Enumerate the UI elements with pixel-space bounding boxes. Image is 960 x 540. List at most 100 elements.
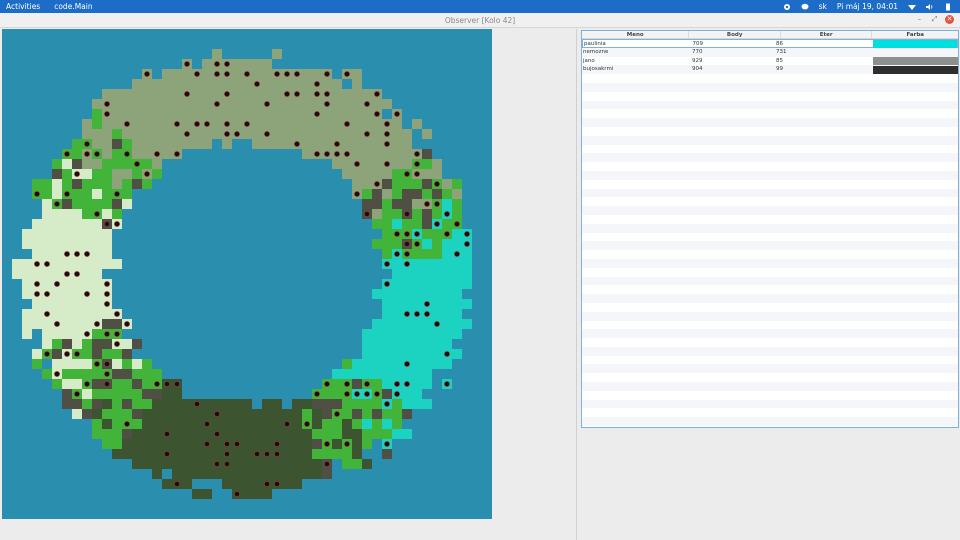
unit-marker[interactable] — [224, 121, 230, 127]
unit-marker[interactable] — [324, 151, 330, 157]
unit-marker[interactable] — [414, 171, 420, 177]
unit-marker[interactable] — [54, 281, 60, 287]
unit-marker[interactable] — [154, 151, 160, 157]
unit-marker[interactable] — [144, 171, 150, 177]
unit-marker[interactable] — [44, 311, 50, 317]
unit-marker[interactable] — [234, 491, 240, 497]
unit-marker[interactable] — [414, 241, 420, 247]
unit-marker[interactable] — [314, 111, 320, 117]
unit-marker[interactable] — [204, 121, 210, 127]
unit-marker[interactable] — [274, 71, 280, 77]
unit-marker[interactable] — [114, 311, 120, 317]
unit-marker[interactable] — [244, 121, 250, 127]
table-row-empty[interactable] — [582, 100, 958, 110]
unit-marker[interactable] — [354, 391, 360, 397]
unit-marker[interactable] — [344, 441, 350, 447]
table-row-empty[interactable] — [582, 294, 958, 303]
wifi-icon[interactable] — [908, 3, 916, 11]
unit-marker[interactable] — [174, 481, 180, 487]
unit-marker[interactable] — [404, 231, 410, 237]
unit-marker[interactable] — [324, 381, 330, 387]
table-row-empty[interactable] — [582, 145, 958, 154]
unit-marker[interactable] — [74, 271, 80, 277]
unit-marker[interactable] — [364, 101, 370, 107]
unit-marker[interactable] — [134, 161, 140, 167]
table-row-empty[interactable] — [582, 417, 958, 427]
unit-marker[interactable] — [384, 141, 390, 147]
unit-marker[interactable] — [404, 251, 410, 257]
unit-marker[interactable] — [404, 171, 410, 177]
unit-marker[interactable] — [224, 61, 230, 67]
unit-marker[interactable] — [94, 321, 100, 327]
unit-marker[interactable] — [94, 151, 100, 157]
unit-marker[interactable] — [224, 461, 230, 467]
table-row-empty[interactable] — [582, 382, 958, 391]
unit-marker[interactable] — [314, 91, 320, 97]
unit-marker[interactable] — [34, 291, 40, 297]
unit-marker[interactable] — [124, 121, 130, 127]
unit-marker[interactable] — [164, 431, 170, 437]
unit-marker[interactable] — [384, 401, 390, 407]
unit-marker[interactable] — [314, 391, 320, 397]
unit-marker[interactable] — [194, 121, 200, 127]
unit-marker[interactable] — [264, 131, 270, 137]
unit-marker[interactable] — [54, 201, 60, 207]
table-row-empty[interactable] — [582, 233, 958, 242]
unit-marker[interactable] — [274, 441, 280, 447]
table-row-empty[interactable] — [582, 170, 958, 180]
unit-marker[interactable] — [154, 381, 160, 387]
unit-marker[interactable] — [124, 321, 130, 327]
unit-marker[interactable] — [104, 371, 110, 377]
unit-marker[interactable] — [414, 161, 420, 167]
unit-marker[interactable] — [114, 331, 120, 337]
table-row-empty[interactable] — [582, 241, 958, 251]
table-row-empty[interactable] — [582, 206, 958, 215]
unit-marker[interactable] — [164, 451, 170, 457]
unit-marker[interactable] — [294, 141, 300, 147]
unit-marker[interactable] — [434, 321, 440, 327]
unit-marker[interactable] — [374, 181, 380, 187]
table-row-empty[interactable] — [582, 321, 958, 330]
unit-marker[interactable] — [394, 231, 400, 237]
unit-marker[interactable] — [384, 441, 390, 447]
unit-marker[interactable] — [404, 381, 410, 387]
unit-marker[interactable] — [274, 451, 280, 457]
unit-marker[interactable] — [404, 361, 410, 367]
unit-marker[interactable] — [344, 151, 350, 157]
unit-marker[interactable] — [394, 391, 400, 397]
table-row-empty[interactable] — [582, 391, 958, 400]
table-row-empty[interactable] — [582, 118, 958, 127]
unit-marker[interactable] — [384, 131, 390, 137]
unit-marker[interactable] — [404, 241, 410, 247]
unit-marker[interactable] — [234, 441, 240, 447]
table-row-empty[interactable] — [582, 197, 958, 206]
close-button[interactable]: ✕ — [945, 15, 954, 24]
unit-marker[interactable] — [84, 381, 90, 387]
unit-marker[interactable] — [404, 211, 410, 217]
unit-marker[interactable] — [104, 331, 110, 337]
unit-marker[interactable] — [194, 71, 200, 77]
unit-marker[interactable] — [404, 311, 410, 317]
unit-marker[interactable] — [84, 331, 90, 337]
unit-marker[interactable] — [274, 481, 280, 487]
unit-marker[interactable] — [354, 191, 360, 197]
clock[interactable]: Pi máj 19, 04:01 — [837, 2, 898, 11]
unit-marker[interactable] — [414, 231, 420, 237]
unit-marker[interactable] — [104, 101, 110, 107]
unit-marker[interactable] — [234, 131, 240, 137]
unit-marker[interactable] — [464, 231, 470, 237]
unit-marker[interactable] — [84, 141, 90, 147]
table-row-empty[interactable] — [582, 74, 958, 83]
unit-marker[interactable] — [444, 211, 450, 217]
unit-marker[interactable] — [434, 221, 440, 227]
unit-marker[interactable] — [204, 421, 210, 427]
unit-marker[interactable] — [444, 351, 450, 357]
unit-marker[interactable] — [224, 451, 230, 457]
unit-marker[interactable] — [174, 381, 180, 387]
table-row-empty[interactable] — [582, 258, 958, 268]
unit-marker[interactable] — [374, 91, 380, 97]
unit-marker[interactable] — [324, 71, 330, 77]
unit-marker[interactable] — [414, 151, 420, 157]
unit-marker[interactable] — [414, 311, 420, 317]
unit-marker[interactable] — [214, 61, 220, 67]
